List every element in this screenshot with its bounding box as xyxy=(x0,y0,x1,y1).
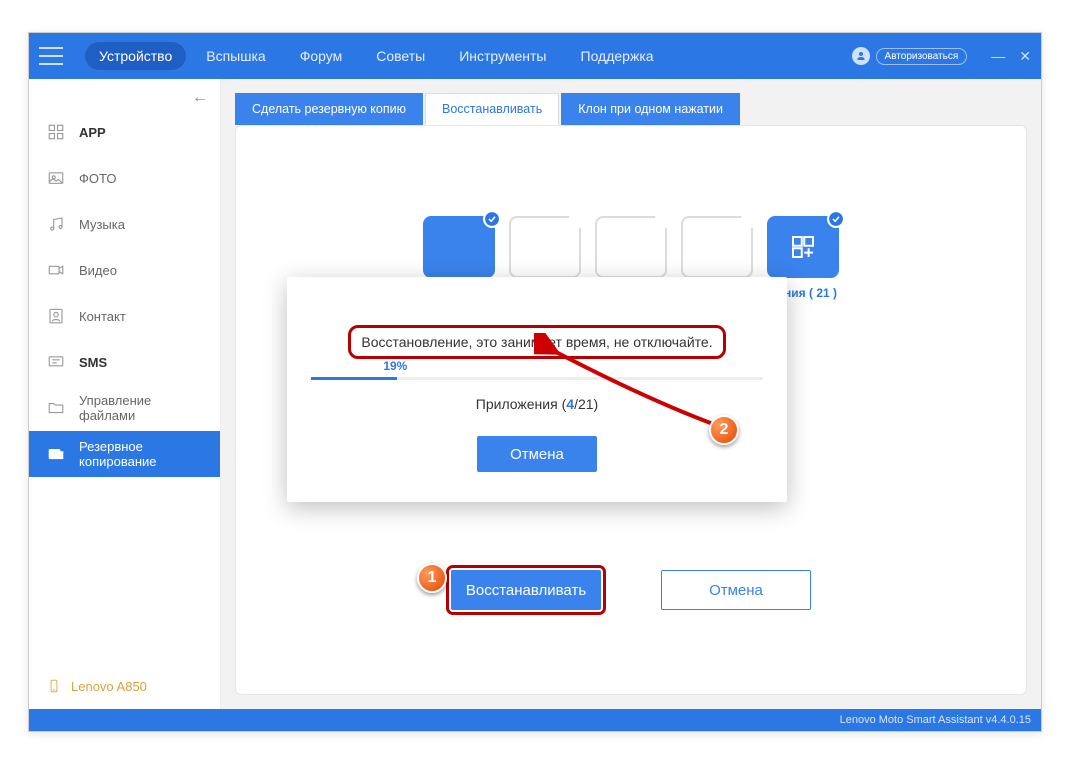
grid-icon xyxy=(47,123,65,141)
device-indicator[interactable]: Lenovo A850 xyxy=(47,677,147,695)
contact-icon xyxy=(47,307,65,325)
sidebar-item-files[interactable]: Управление файлами xyxy=(29,385,220,431)
sidebar-item-label: Резервное копирование xyxy=(79,439,202,469)
titlebar: Устройство Вспышка Форум Советы Инструме… xyxy=(29,33,1041,79)
sidebar-item-label: Контакт xyxy=(79,309,126,324)
action-row: Восстанавливать Отмена xyxy=(236,570,1026,610)
nav-forum[interactable]: Форум xyxy=(286,42,357,70)
nav-tips[interactable]: Советы xyxy=(362,42,439,70)
progress-fill xyxy=(311,377,397,380)
statusbar: Lenovo Moto Smart Assistant v4.4.0.15 xyxy=(29,709,1041,731)
check-icon xyxy=(827,210,845,228)
tab-backup[interactable]: Сделать резервную копию xyxy=(235,93,423,125)
callout-badge: 2 xyxy=(709,415,739,445)
callout-1: 1 xyxy=(417,563,447,593)
window-controls: — ✕ xyxy=(991,48,1031,65)
avatar-icon xyxy=(852,47,870,65)
cancel-button[interactable]: Отмена xyxy=(661,570,811,610)
sidebar-item-contact[interactable]: Контакт xyxy=(29,293,220,339)
sidebar-item-photo[interactable]: ФОТО xyxy=(29,155,220,201)
back-icon[interactable]: ← xyxy=(192,89,208,107)
sidebar-item-label: ФОТО xyxy=(79,171,116,186)
sidebar-item-label: APP xyxy=(79,125,106,140)
sidebar-item-label: Музыка xyxy=(79,217,125,232)
callout-badge: 1 xyxy=(417,563,447,593)
hamburger-icon[interactable] xyxy=(39,47,63,65)
nav-support[interactable]: Поддержка xyxy=(567,42,668,70)
check-icon xyxy=(483,210,501,228)
photo-icon xyxy=(47,169,65,187)
music-icon xyxy=(47,215,65,233)
nav-device[interactable]: Устройство xyxy=(85,42,186,70)
sms-icon xyxy=(47,353,65,371)
sidebar-item-video[interactable]: Видео xyxy=(29,247,220,293)
sidebar-item-label: Видео xyxy=(79,263,117,278)
check-icon xyxy=(569,210,587,228)
sidebar-item-label: SMS xyxy=(79,355,107,370)
top-nav: Устройство Вспышка Форум Советы Инструме… xyxy=(85,42,668,70)
phone-icon xyxy=(47,677,61,695)
backup-icon xyxy=(47,445,65,463)
folder-icon xyxy=(47,399,65,417)
app-window: Устройство Вспышка Форум Советы Инструме… xyxy=(28,32,1042,732)
video-icon xyxy=(47,261,65,279)
sidebar: ← APP ФОТО Музыка Видео Контакт xyxy=(29,79,221,709)
nav-flash[interactable]: Вспышка xyxy=(192,42,279,70)
sidebar-item-app[interactable]: APP xyxy=(29,109,220,155)
nav-tools[interactable]: Инструменты xyxy=(445,42,560,70)
tab-clone[interactable]: Клон при одном нажатии xyxy=(561,93,740,125)
content-tabs: Сделать резервную копию Восстанавливать … xyxy=(235,93,1041,125)
login-button[interactable]: Авторизоваться xyxy=(876,48,968,65)
sidebar-item-label: Управление файлами xyxy=(79,393,202,423)
sidebar-item-sms[interactable]: SMS xyxy=(29,339,220,385)
check-icon xyxy=(741,210,759,228)
sidebar-item-backup[interactable]: Резервное копирование xyxy=(29,431,220,477)
apps-icon xyxy=(788,232,818,262)
minimize-icon[interactable]: — xyxy=(991,48,1005,65)
user-area: Авторизоваться xyxy=(852,47,968,65)
device-name: Lenovo A850 xyxy=(71,679,147,694)
callout-2: 2 xyxy=(709,415,739,445)
tab-restore[interactable]: Восстанавливать xyxy=(425,93,559,125)
restore-button[interactable]: Восстанавливать xyxy=(451,570,601,610)
check-icon xyxy=(655,210,673,228)
progress-percent: 19% xyxy=(383,359,407,373)
version-text: Lenovo Moto Smart Assistant v4.4.0.15 xyxy=(840,714,1031,726)
sidebar-item-music[interactable]: Музыка xyxy=(29,201,220,247)
close-icon[interactable]: ✕ xyxy=(1019,48,1031,65)
